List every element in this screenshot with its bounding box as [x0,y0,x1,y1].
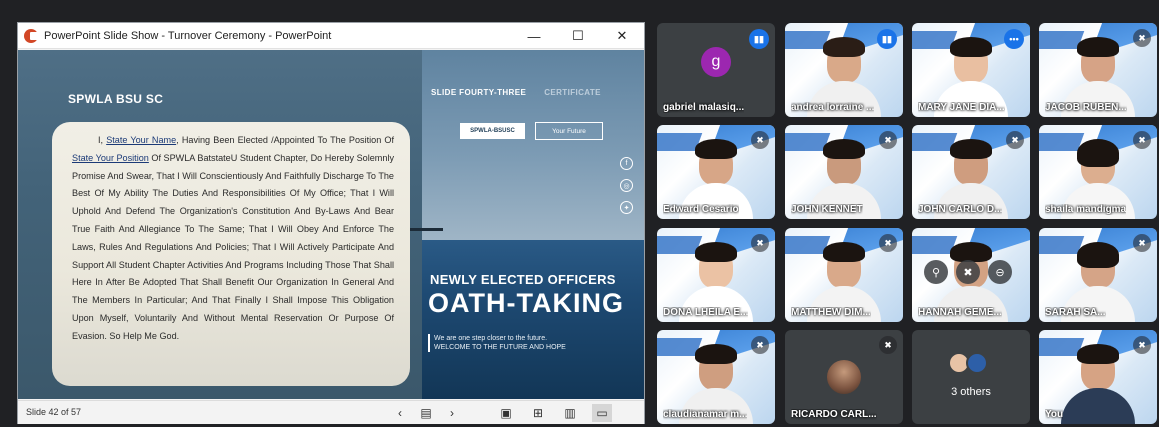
participant-tile[interactable]: ✖ DONA LHEILA E... [657,228,775,322]
participant-name: MARY JANE DIA... [918,102,1005,113]
mic-off-icon: ✖ [879,234,897,252]
participant-name: RICARDO CARL... [791,409,877,420]
participant-tile[interactable]: ✖ JOHN CARLO D... [912,125,1030,219]
participant-tile[interactable]: ✖ MATTHEW DIM... [785,228,903,322]
powerpoint-logo-icon [24,28,38,43]
mic-off-icon: ✖ [879,336,897,354]
participant-name: Edward Cesario [663,204,739,215]
more-options-icon[interactable]: ••• [1004,29,1024,49]
participant-name: JOHN KENNET [791,204,863,215]
next-slide-icon[interactable]: › [442,404,462,422]
mic-off-icon: ✖ [751,234,769,252]
slide-nav: SLIDE FOURTY-THREE CERTIFICATE [431,88,601,97]
participant-name: JOHN CARLO D... [918,204,1003,215]
normal-view-icon[interactable]: ▣ [496,404,516,422]
tile-hover-controls: ⚲ ✖ ⊖ [924,260,1012,284]
slide-canvas[interactable]: SPWLA BSU SC SLIDE FOURTY-THREE CERTIFIC… [18,50,644,399]
slide-counter: Slide 42 of 57 [26,407,82,417]
slide-brand: SPWLA BSU SC [68,92,164,106]
participant-name: shaila mandigma [1045,204,1127,215]
mic-off-icon: ✖ [751,336,769,354]
pin-icon[interactable]: ⚲ [924,260,948,284]
minimize-button[interactable]: — [512,23,556,49]
participant-tile-self[interactable]: ✖ You [1039,330,1157,424]
avatar [827,360,861,394]
slide-nav-current: SLIDE FOURTY-THREE [431,88,527,97]
mute-icon[interactable]: ✖ [956,260,980,284]
avatar: g [701,47,731,77]
participant-name: HANNAH GEME... [918,307,1002,318]
participant-tile[interactable]: ✖ Edward Cesario [657,125,775,219]
speaking-icon: ▮▮ [877,29,897,49]
status-bar: Slide 42 of 57 ‹ ▤ › ▣ ⊞ ▥ ▭ [18,400,644,424]
speaking-icon: ▮▮ [749,29,769,49]
facebook-icon: f [620,157,633,170]
org-chip: SPWLA-BSUSC [460,123,525,139]
slide-sorter-icon[interactable]: ⊞ [528,404,548,422]
participant-name: gabriel malasiq... [663,102,745,113]
mic-off-icon: ✖ [879,131,897,149]
headline-small: NEWLY ELECTED OFFICERS [430,272,616,287]
twitter-icon: ✦ [620,201,633,214]
participant-tile[interactable]: ✖ RICARDO CARL... [785,330,903,424]
position-placeholder: State Your Position [72,152,149,163]
oath-text: I, State Your Name, Having Been Elected … [72,135,395,341]
avatar [966,352,988,374]
oath-card: I, State Your Name, Having Been Elected … [52,122,410,386]
participant-tile[interactable]: ✖ JOHN KENNET [785,125,903,219]
others-count: 3 others [951,386,991,398]
instagram-icon: ◎ [620,179,633,192]
participant-name: JACOB RUBEN... [1045,102,1127,113]
mic-off-icon: ✖ [1133,29,1151,47]
screen: PowerPoint Slide Show - Turnover Ceremon… [0,0,1159,427]
window-title: PowerPoint Slide Show - Turnover Ceremon… [44,29,332,42]
your-future-chip: Your Future [535,122,603,140]
headline-large: OATH-TAKING [428,288,624,318]
reading-view-icon[interactable]: ▥ [560,404,580,422]
participant-tile[interactable]: ▮▮ andrea lorraine ... [785,23,903,117]
participant-name: You [1045,409,1064,420]
participant-tile[interactable]: ✖ shaila mandigma [1039,125,1157,219]
participant-tile[interactable]: ✖ SARAH SA... [1039,228,1157,322]
title-bar: PowerPoint Slide Show - Turnover Ceremon… [18,23,644,49]
others-tile[interactable]: 3 others [912,330,1030,424]
maximize-button[interactable]: ☐ [556,23,600,49]
participant-tile[interactable]: g ▮▮ gabriel malasiq... [657,23,775,117]
mic-off-icon: ✖ [1133,336,1151,354]
mic-off-icon: ✖ [1133,131,1151,149]
mic-off-icon: ✖ [1006,131,1024,149]
remove-icon[interactable]: ⊖ [988,260,1012,284]
slide-nav-certificate: CERTIFICATE [544,88,601,97]
participant-name: claudianamar m... [663,409,748,420]
slideshow-view-icon[interactable]: ▭ [592,404,612,422]
close-button[interactable]: ✕ [600,23,644,49]
participant-tile[interactable]: ✖ JACOB RUBEN... [1039,23,1157,117]
participant-name: MATTHEW DIM... [791,307,871,318]
participant-tile[interactable]: ⚲ ✖ ⊖ HANNAH GEME... [912,228,1030,322]
participant-name: DONA LHEILA E... [663,307,749,318]
slide-grid-icon[interactable]: ▤ [416,404,436,422]
participant-tile[interactable]: ••• MARY JANE DIA... [912,23,1030,117]
powerpoint-window: PowerPoint Slide Show - Turnover Ceremon… [17,22,645,424]
previous-slide-icon[interactable]: ‹ [390,404,410,422]
tagline: We are one step closer to the future. WE… [428,334,566,352]
participant-tile[interactable]: ✖ claudianamar m... [657,330,775,424]
participant-name: SARAH SA... [1045,307,1106,318]
mic-off-icon: ✖ [1133,234,1151,252]
participant-name: andrea lorraine ... [791,102,875,113]
name-placeholder: State Your Name [106,135,177,145]
mic-off-icon: ✖ [751,131,769,149]
